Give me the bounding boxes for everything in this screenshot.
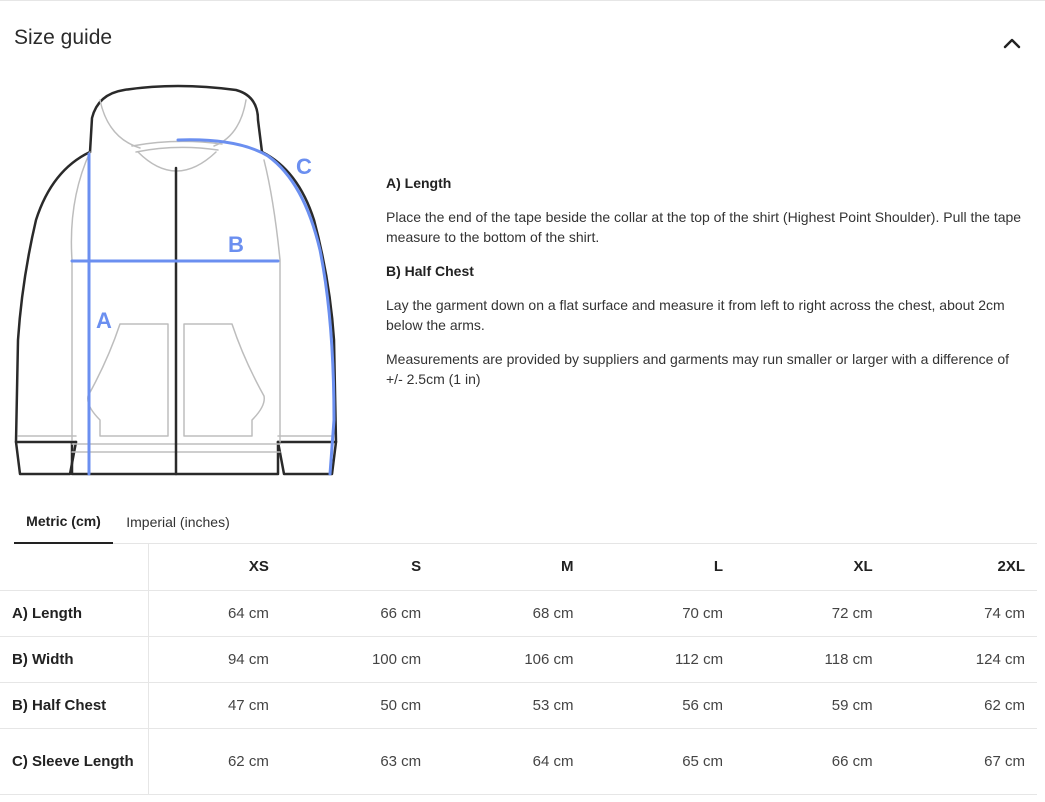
table-cell: 65 cm [585, 728, 736, 795]
right-cuff [276, 440, 338, 476]
table-cell: 112 cm [585, 636, 736, 683]
table-cell: 59 cm [735, 682, 885, 729]
table-cell: 64 cm [433, 728, 586, 795]
table-row: B) Half Chest 47 cm 50 cm 53 cm 56 cm 59… [0, 682, 1037, 729]
sleeve-line-c [176, 138, 336, 476]
row-label: B) Half Chest [0, 682, 149, 729]
label-c: C [296, 154, 312, 179]
row-label: B) Width [0, 636, 149, 683]
row-label: A) Length [0, 590, 149, 637]
label-b: B [228, 232, 244, 257]
label-a: A [96, 308, 112, 333]
row-label: C) Sleeve Length [0, 728, 149, 795]
unit-tabs: Metric (cm) Imperial (inches) [14, 500, 1037, 544]
table-cell: 62 cm [148, 728, 281, 795]
size-header-m: M [433, 544, 586, 591]
table-cell: 47 cm [148, 682, 281, 729]
table-cell: 94 cm [148, 636, 281, 683]
size-header-xl: XL [735, 544, 885, 591]
table-cell: 67 cm [884, 728, 1037, 795]
table-row: B) Width 94 cm 100 cm 106 cm 112 cm 118 … [0, 636, 1037, 683]
tab-imperial[interactable]: Imperial (inches) [118, 500, 238, 544]
table-cell: 66 cm [735, 728, 885, 795]
left-cuff [14, 440, 78, 476]
table-cell: 70 cm [585, 590, 736, 637]
hoodie-measurement-diagram: A B C [14, 84, 338, 476]
tab-metric-label: Metric (cm) [26, 513, 101, 529]
measurement-lines [70, 138, 336, 476]
table-row: C) Sleeve Length 62 cm 63 cm 64 cm 65 cm… [0, 728, 1037, 795]
right-pocket [183, 323, 265, 437]
table-cell: 72 cm [735, 590, 885, 637]
table-cell: 100 cm [280, 636, 434, 683]
table-row: A) Length 64 cm 66 cm 68 cm 70 cm 72 cm … [0, 590, 1037, 637]
table-cell: 56 cm [585, 682, 736, 729]
table-cell: 74 cm [884, 590, 1037, 637]
size-header-xs: XS [148, 544, 281, 591]
chevron-up-icon [1003, 38, 1021, 49]
size-guide-header[interactable]: Size guide [0, 0, 1045, 78]
left-sleeve-outline [14, 150, 92, 444]
table-cell: 118 cm [735, 636, 885, 683]
size-table: XS S M L XL 2XL A) Length 64 cm 66 cm 68… [0, 544, 1037, 795]
table-cell: 53 cm [433, 682, 586, 729]
header-corner [0, 544, 149, 591]
table-cell: 64 cm [148, 590, 281, 637]
chest-text: Lay the garment down on a flat surface a… [386, 297, 1005, 333]
collar-line [131, 140, 223, 153]
table-cell: 68 cm [433, 590, 586, 637]
left-pocket [87, 323, 169, 437]
table-cell: 63 cm [280, 728, 434, 795]
table-cell: 50 cm [280, 682, 434, 729]
tab-imperial-label: Imperial (inches) [126, 514, 230, 530]
size-header-l: L [585, 544, 736, 591]
size-guide-panel: Size guide A B C A) Length Place the end… [0, 0, 1045, 802]
table-cell: 66 cm [280, 590, 434, 637]
table-header-row: XS S M L XL 2XL [0, 544, 1037, 591]
chest-heading: B) Half Chest [386, 263, 474, 279]
hoodie-illustration [14, 84, 338, 476]
table-cell: 124 cm [884, 636, 1037, 683]
length-heading: A) Length [386, 175, 452, 191]
body-right-side [263, 159, 281, 443]
measurement-instructions: A) Length Place the end of the tape besi… [386, 173, 1026, 389]
table-cell: 106 cm [433, 636, 586, 683]
page-title: Size guide [14, 26, 113, 49]
length-text: Place the end of the tape beside the col… [386, 209, 1022, 245]
size-header-s: S [280, 544, 434, 591]
collapse-button[interactable] [996, 29, 1028, 57]
note-text: Measurements are provided by suppliers a… [386, 351, 1010, 387]
size-header-2xl: 2XL [884, 544, 1037, 591]
table-cell: 62 cm [884, 682, 1037, 729]
tab-metric[interactable]: Metric (cm) [14, 500, 113, 544]
